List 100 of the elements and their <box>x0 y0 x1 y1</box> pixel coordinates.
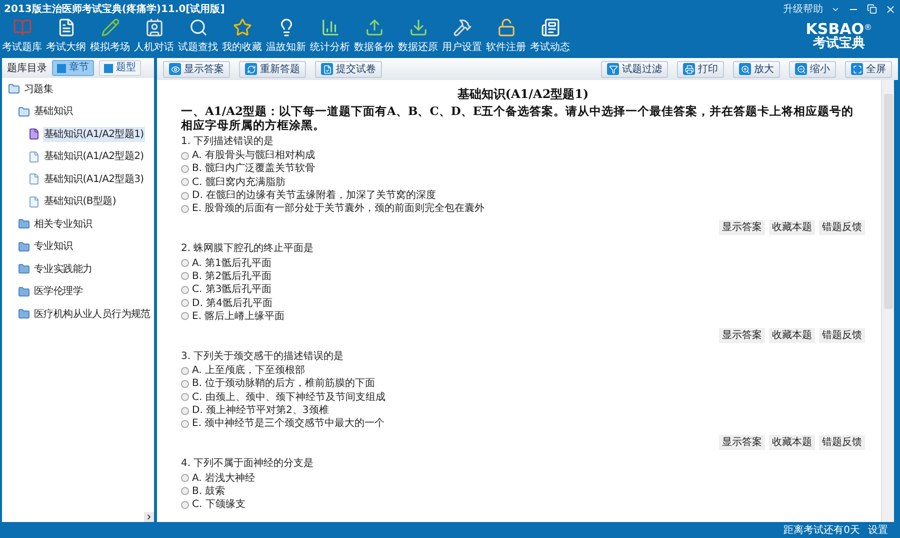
question-action-button[interactable]: 显示答案 <box>719 435 765 450</box>
answer-option: E. 股骨颈的后面有一部分处于关节囊外，颈的前面则完全包在囊外 <box>192 202 485 216</box>
radio-button[interactable] <box>181 312 189 320</box>
answer-option: C. 由颈上、颈中、颈下神经节及节间支组成 <box>192 390 386 404</box>
answer-option: D. 第4骶后孔平面 <box>192 296 272 310</box>
radio-button[interactable] <box>181 178 189 186</box>
pencil-icon <box>100 18 120 37</box>
book-icon <box>12 18 32 37</box>
sidebar-tab[interactable]: 题型 <box>99 60 141 76</box>
toolbar-item[interactable]: 统计分析 <box>308 18 352 54</box>
tree-item[interactable]: 相关专业知识 <box>33 216 94 232</box>
question-text: 4. 下列不属于面神经的分支是 <box>181 456 315 472</box>
question-action-button[interactable]: 收藏本题 <box>769 435 815 450</box>
document-icon <box>321 63 333 75</box>
tree-item[interactable]: 医疗机构从业人员行为规范 <box>33 306 152 322</box>
radio-button[interactable] <box>181 204 189 213</box>
toolbar-button[interactable]: 试题过滤 <box>601 60 668 78</box>
refresh-icon <box>245 63 257 75</box>
toolbar-button[interactable]: 重新答题 <box>239 60 306 78</box>
radio-button[interactable] <box>181 152 189 160</box>
question-action-button[interactable]: 收藏本题 <box>769 220 815 236</box>
toolbar-button[interactable]: 放大 <box>733 60 780 78</box>
radio-button[interactable] <box>181 259 189 268</box>
toolbar-item[interactable]: 我的收藏 <box>220 18 264 54</box>
document-icon <box>28 150 40 163</box>
question-text: 3. 下列关于颈交感干的描述错误的是 <box>181 350 345 364</box>
toolbar-item[interactable]: 考试动态 <box>528 18 572 54</box>
radio-button[interactable] <box>181 192 189 200</box>
question-action-button[interactable]: 收藏本题 <box>769 328 815 343</box>
tree-item[interactable]: 基础知识(A1/A2型题2) <box>43 149 145 164</box>
radio-button[interactable] <box>181 487 189 496</box>
answer-option: D. 颈上神经节平对第2、3颈椎 <box>192 404 329 417</box>
radio-button[interactable] <box>181 406 189 414</box>
tree-item[interactable]: 习题集 <box>23 82 54 97</box>
radio-button[interactable] <box>181 286 189 294</box>
toolbar-item[interactable]: 数据还原 <box>396 18 440 54</box>
toolbar-item[interactable]: 考试题库 <box>0 18 44 54</box>
tree-item[interactable]: 基础知识(B型题) <box>43 194 117 210</box>
toolbar-button[interactable]: 打印 <box>677 60 724 78</box>
help-menu[interactable]: 升级帮助 <box>783 2 823 16</box>
document-icon <box>28 173 40 186</box>
star-icon <box>232 18 252 37</box>
answer-option: A. 第1骶后孔平面 <box>192 256 272 270</box>
zoom-out-icon <box>795 63 807 75</box>
question-text: 2. 蛛网膜下腔孔的终止平面是 <box>181 242 315 256</box>
answer-option: E. 髂后上嵴上缘平面 <box>192 310 285 323</box>
toolbar-button[interactable]: 显示答案 <box>163 60 230 78</box>
zoom-in-icon <box>739 63 751 75</box>
answer-option: A. 有股骨头与髋臼相对构成 <box>192 149 316 162</box>
radio-button[interactable] <box>181 474 189 482</box>
exam-countdown: 距离考试还有0天 <box>784 524 860 538</box>
toolbar-item[interactable]: 温故知新 <box>264 18 308 54</box>
radio-button[interactable] <box>181 272 189 280</box>
document-icon <box>28 196 40 208</box>
tree-item[interactable]: 专业知识 <box>33 239 74 254</box>
radio-button[interactable] <box>181 393 189 402</box>
bar-chart-icon <box>320 18 340 37</box>
question-action-button[interactable]: 显示答案 <box>719 220 765 236</box>
question-text: 1. 下列描述错误的是 <box>181 134 275 149</box>
answer-option: C. 下颌缘支 <box>192 498 246 512</box>
radio-button[interactable] <box>181 500 189 509</box>
toolbar-item[interactable]: 人机对话 <box>132 18 176 54</box>
answer-option: A. 上至颅底，下至颈根部 <box>192 364 306 378</box>
tree-item[interactable]: 基础知识(A1/A2型题1) <box>43 126 145 142</box>
contact-card-icon <box>144 18 164 37</box>
toolbar-button[interactable]: 全屏 <box>845 60 892 78</box>
restore-icon[interactable] <box>867 4 877 14</box>
answer-option: B. 鼓索 <box>192 484 226 498</box>
settings-link[interactable]: 设置 <box>868 522 888 538</box>
toolbar-item[interactable]: 数据备份 <box>352 18 396 54</box>
close-icon[interactable] <box>885 4 896 14</box>
tree-item[interactable]: 医学伦理学 <box>33 284 84 300</box>
toolbar-item[interactable]: 考试大纲 <box>44 18 88 54</box>
toolbar-item[interactable]: 模拟考场 <box>88 18 132 54</box>
toolbar-button[interactable]: 提交试卷 <box>315 60 382 78</box>
radio-button[interactable] <box>181 420 189 428</box>
question-action-button[interactable]: 错题反馈 <box>819 220 865 236</box>
toolbar-item[interactable]: 软件注册 <box>484 18 528 54</box>
question-action-button[interactable]: 显示答案 <box>719 328 765 343</box>
question-action-button[interactable]: 错题反馈 <box>819 435 865 450</box>
toolbar-item[interactable]: 试题查找 <box>176 18 220 54</box>
answer-option: B. 位于颈动脉鞘的后方，椎前筋膜的下面 <box>192 377 376 390</box>
tree-item[interactable]: 基础知识(A1/A2型题3) <box>43 172 145 187</box>
printer-icon <box>683 63 695 75</box>
radio-button[interactable] <box>181 164 189 173</box>
radio-button[interactable] <box>181 299 189 308</box>
download-icon <box>408 18 428 37</box>
document-icon <box>56 18 76 37</box>
scroll-right-icon[interactable] <box>144 512 154 522</box>
tree-item[interactable]: 专业实践能力 <box>33 262 94 277</box>
search-icon <box>188 18 208 37</box>
toolbar-item[interactable]: 用户设置 <box>440 18 484 54</box>
scrollbar[interactable] <box>881 80 894 522</box>
radio-button[interactable] <box>181 366 189 375</box>
radio-button[interactable] <box>181 380 189 388</box>
tree-item[interactable]: 基础知识 <box>33 104 74 120</box>
sidebar-tab[interactable]: 章节 <box>52 60 94 76</box>
question-action-button[interactable]: 错题反馈 <box>819 328 865 343</box>
answer-option: C. 第3骶后孔平面 <box>192 283 272 296</box>
toolbar-button[interactable]: 缩小 <box>789 60 836 78</box>
